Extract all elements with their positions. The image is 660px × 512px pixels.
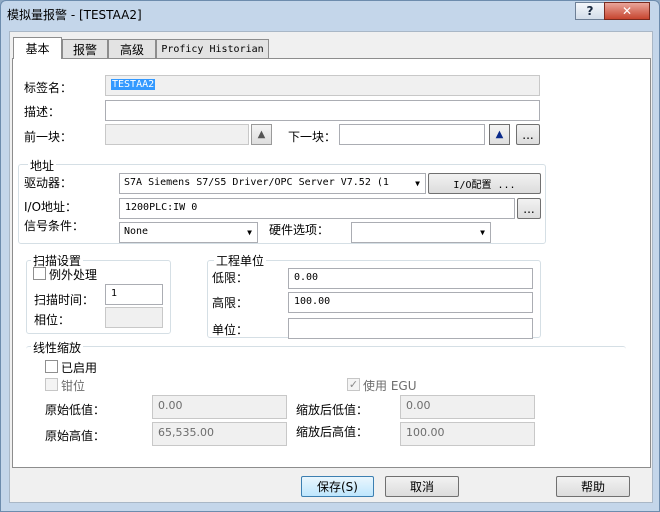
signal-condition-value: None xyxy=(124,226,149,237)
scaled-high-field[interactable]: 100.00 xyxy=(400,422,535,446)
chevron-down-icon: ▼ xyxy=(480,228,485,237)
io-address-label: I/O地址： xyxy=(24,200,78,214)
help-button[interactable]: 帮助 xyxy=(556,476,630,497)
high-limit-field[interactable]: 100.00 xyxy=(288,292,533,313)
unit-field[interactable] xyxy=(288,318,533,339)
window-title: 模拟量报警 - [TESTAA2] xyxy=(7,8,142,22)
tab-advanced[interactable]: 高级 xyxy=(108,39,156,58)
hardware-option-label: 硬件选项： xyxy=(269,223,330,237)
prev-block-label: 前一块： xyxy=(24,130,73,144)
use-egu-label: 使用 EGU xyxy=(363,379,417,393)
phase-label: 相位： xyxy=(34,313,71,327)
high-limit-label: 高限： xyxy=(212,296,249,310)
clamp-label: 钳位 xyxy=(61,379,86,393)
use-egu-checkbox[interactable]: ✓ xyxy=(347,378,360,391)
driver-dropdown[interactable]: S7A Siemens S7/S5 Driver/OPC Server V7.5… xyxy=(119,173,426,194)
driver-label: 驱动器： xyxy=(24,176,73,190)
tag-name-value: TESTAA2 xyxy=(111,79,156,90)
unit-label: 单位： xyxy=(212,323,249,337)
exception-checkbox[interactable] xyxy=(33,267,46,280)
phase-field[interactable] xyxy=(105,307,163,328)
up-arrow-icon: ▲ xyxy=(257,129,266,140)
prev-block-field[interactable] xyxy=(105,124,249,145)
io-address-browse-button[interactable]: ... xyxy=(517,198,541,219)
tag-name-label: 标签名： xyxy=(24,81,73,95)
description-field[interactable] xyxy=(105,100,540,121)
next-block-field[interactable] xyxy=(339,124,485,145)
check-mark-icon: ✓ xyxy=(348,378,359,391)
low-limit-label: 低限： xyxy=(212,271,249,285)
hardware-option-dropdown[interactable]: ▼ xyxy=(351,222,491,243)
help-title-button[interactable]: ? xyxy=(575,2,605,20)
low-limit-field[interactable]: 0.00 xyxy=(288,268,533,289)
linear-scaling-title: 线性缩放 xyxy=(31,339,84,356)
clamp-checkbox[interactable] xyxy=(45,378,58,391)
exception-label: 例外处理 xyxy=(49,268,98,282)
enabled-label: 已启用 xyxy=(61,361,98,375)
signal-condition-label: 信号条件： xyxy=(24,219,85,233)
signal-condition-dropdown[interactable]: None ▼ xyxy=(119,222,258,243)
chevron-down-icon: ▼ xyxy=(247,228,252,237)
close-window-button[interactable]: ✕ xyxy=(604,2,650,20)
scan-time-field[interactable]: 1 xyxy=(105,284,163,305)
scan-time-label: 扫描时间： xyxy=(34,293,95,307)
description-label: 描述： xyxy=(24,105,61,119)
chevron-down-icon: ▼ xyxy=(415,179,420,188)
scaled-low-label: 缩放后低值： xyxy=(296,403,369,417)
driver-value: S7A Siemens S7/S5 Driver/OPC Server V7.5… xyxy=(124,177,389,188)
scaled-high-label: 缩放后高值： xyxy=(296,425,369,439)
tab-proficy-historian[interactable]: Proficy Historian xyxy=(156,39,269,58)
raw-high-field[interactable]: 65,535.00 xyxy=(152,422,287,446)
tab-alarm[interactable]: 报警 xyxy=(62,39,108,58)
dialog-window: 模拟量报警 - [TESTAA2] ? ✕ 基本 报警 高级 Proficy H… xyxy=(0,0,660,512)
raw-low-field[interactable]: 0.00 xyxy=(152,395,287,419)
scaled-low-field[interactable]: 0.00 xyxy=(400,395,535,419)
cancel-button[interactable]: 取消 xyxy=(385,476,459,497)
next-block-browse-button[interactable]: ... xyxy=(516,124,540,145)
tag-name-field[interactable]: TESTAA2 xyxy=(105,75,540,96)
save-button[interactable]: 保存(S) xyxy=(301,476,374,497)
up-arrow-icon: ▲ xyxy=(495,129,504,140)
io-config-button[interactable]: I/O配置 ... xyxy=(428,173,541,194)
next-block-label: 下一块： xyxy=(288,130,337,144)
tab-basic[interactable]: 基本 xyxy=(13,37,62,59)
close-icon: ✕ xyxy=(621,4,633,18)
io-address-field[interactable]: 1200PLC:IW 0 xyxy=(119,198,515,219)
raw-high-label: 原始高值： xyxy=(45,429,106,443)
enabled-checkbox[interactable] xyxy=(45,360,58,373)
prev-block-up-button[interactable]: ▲ xyxy=(251,124,272,145)
raw-low-label: 原始低值： xyxy=(45,403,106,417)
address-group-title: 地址 xyxy=(28,157,57,174)
next-block-up-button[interactable]: ▲ xyxy=(489,124,510,145)
engineering-units-title: 工程单位 xyxy=(214,252,267,269)
